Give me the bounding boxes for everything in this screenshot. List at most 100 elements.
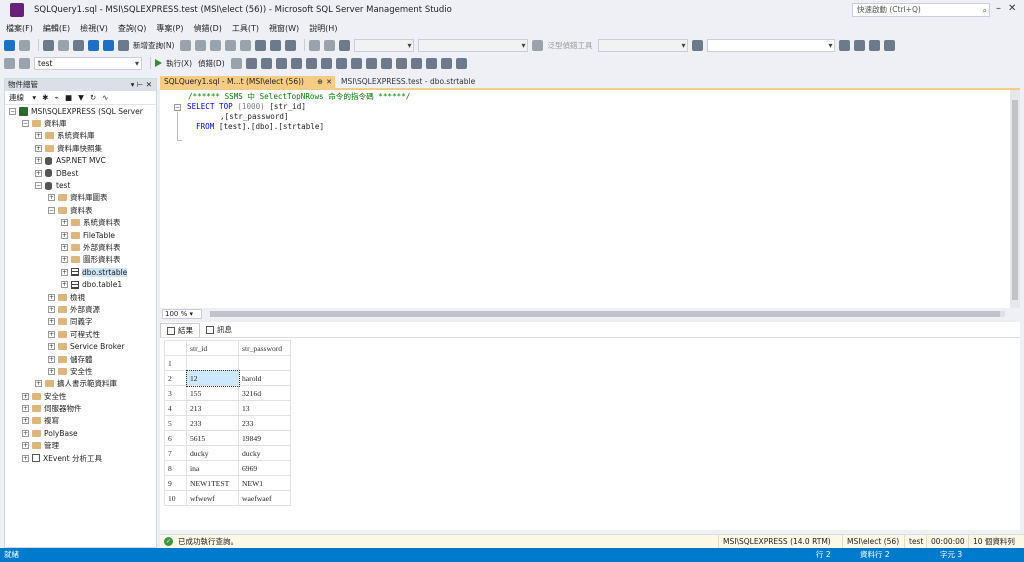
expand-icon[interactable]: +: [22, 454, 29, 462]
expand-icon[interactable]: +: [22, 405, 29, 413]
tree-node[interactable]: + 資料庫圖表: [5, 192, 156, 204]
results-grid[interactable]: str_id str_password 1 2 12 harold 3 155 3216d 4…: [164, 340, 291, 506]
expand-icon[interactable]: +: [35, 169, 42, 177]
tree-node[interactable]: + 伺服器物件: [5, 402, 156, 414]
table-row[interactable]: 4 213 13: [164, 400, 291, 416]
grid-cell[interactable]: harold: [238, 370, 291, 386]
tree-node[interactable]: + 擴人書示範資料庫: [5, 378, 156, 390]
tree-node[interactable]: + 可程式性: [5, 328, 156, 340]
paste-icon[interactable]: [285, 39, 297, 51]
registered-servers-icon[interactable]: [869, 39, 881, 51]
tree-node[interactable]: + 安全性: [5, 390, 156, 402]
tree-node[interactable]: − 資料庫: [5, 117, 156, 129]
query-editor[interactable]: − /****** SSMS 中 SelectTopNRows 命令的指令碼 *…: [160, 88, 1020, 308]
platform-combo[interactable]: [418, 38, 529, 52]
activity-monitor-icon[interactable]: [339, 39, 351, 51]
activity-icon[interactable]: ∿: [102, 93, 108, 102]
pin-icon[interactable]: ⊕: [317, 76, 323, 88]
panel-pin-close-icons[interactable]: ▾ ⊢ ✕: [131, 79, 152, 91]
tree-node[interactable]: − MSI\SQLEXPRESS (SQL Server: [5, 105, 156, 117]
analysis-dmx-icon[interactable]: [210, 39, 222, 51]
expand-icon[interactable]: +: [61, 231, 68, 239]
menu-item[interactable]: 檔案(F): [6, 23, 33, 34]
analysis-xmla-icon[interactable]: [225, 39, 237, 51]
decrease-indent-icon[interactable]: [425, 57, 437, 69]
database-combo[interactable]: test: [34, 56, 142, 70]
uncomment-icon[interactable]: [410, 57, 422, 69]
table-row[interactable]: 8 ina 6969: [164, 460, 291, 476]
editor-vertical-scrollbar[interactable]: [1010, 90, 1020, 308]
menu-item[interactable]: 編輯(E): [43, 23, 70, 34]
expand-icon[interactable]: +: [48, 330, 55, 338]
grid-cell[interactable]: waefwaef: [238, 490, 291, 506]
tree-node[interactable]: + 儲存體: [5, 353, 156, 365]
solution-config-combo[interactable]: [354, 38, 415, 52]
increase-indent-icon[interactable]: [440, 57, 452, 69]
tree-node[interactable]: − test: [5, 179, 156, 191]
grid-cell[interactable]: NEW1: [238, 475, 291, 491]
collapse-icon[interactable]: −: [48, 206, 55, 214]
results-to-grid-icon[interactable]: [365, 57, 377, 69]
template-explorer-icon[interactable]: [884, 39, 896, 51]
grid-cell[interactable]: 233: [186, 415, 239, 431]
close-button[interactable]: ✕: [1008, 3, 1016, 14]
forward-icon[interactable]: [19, 39, 30, 51]
tab-strtable[interactable]: MSI\SQLEXPRESS.test - dbo.strtable: [335, 76, 481, 88]
expand-icon[interactable]: +: [61, 281, 68, 289]
tree-node[interactable]: + DBest: [5, 167, 156, 179]
editor-horizontal-scrollbar[interactable]: [210, 311, 1005, 317]
tree-node[interactable]: + ASP.NET MVC: [5, 155, 156, 167]
open-file-icon[interactable]: [73, 39, 84, 51]
redo-icon[interactable]: [324, 39, 336, 51]
expand-icon[interactable]: +: [61, 243, 68, 251]
tree-node[interactable]: + 系統資料庫: [5, 130, 156, 142]
table-row[interactable]: 3 155 3216d: [164, 385, 291, 401]
tree-node[interactable]: + 圖形資料表: [5, 254, 156, 266]
debugger-icon[interactable]: [532, 39, 544, 51]
tree-node[interactable]: + 外部資料表: [5, 241, 156, 253]
quick-launch-input[interactable]: 快速啟動 (Ctrl+Q) ⌕: [852, 3, 990, 17]
expand-icon[interactable]: +: [22, 417, 29, 425]
table-row[interactable]: 10 wfwewf waefwaef: [164, 490, 291, 506]
grid-cell[interactable]: ducky: [186, 445, 239, 461]
tree-node[interactable]: + 資料庫快照集: [5, 142, 156, 154]
grid-cell[interactable]: 6969: [238, 460, 291, 476]
menu-item[interactable]: 工具(T): [232, 23, 259, 34]
grid-cell[interactable]: ina: [186, 460, 239, 476]
tree-node[interactable]: + FileTable: [5, 229, 156, 241]
grid-cell[interactable]: 13: [238, 400, 291, 416]
client-stats-icon[interactable]: [335, 57, 347, 69]
tree-node[interactable]: + 外部資源: [5, 303, 156, 315]
expand-icon[interactable]: +: [22, 429, 29, 437]
change-connection-icon[interactable]: [19, 57, 30, 69]
grid-cell[interactable]: 155: [186, 385, 239, 401]
tree-node[interactable]: + 複寫: [5, 415, 156, 427]
expand-icon[interactable]: +: [48, 293, 55, 301]
tab-results[interactable]: 結果: [160, 323, 200, 337]
menu-item[interactable]: 視窗(W): [269, 23, 299, 34]
tree-node[interactable]: + dbo.table1: [5, 278, 156, 290]
table-row[interactable]: 1: [164, 355, 291, 371]
tree-node[interactable]: + PolyBase: [5, 427, 156, 439]
debugger-combo[interactable]: [598, 38, 689, 52]
properties-icon[interactable]: [839, 39, 851, 51]
tree-node[interactable]: + 同義字: [5, 316, 156, 328]
tab-sqlquery1[interactable]: SQLQuery1.sql - M...t (MSI\elect (56)) ⊕…: [160, 76, 335, 88]
expand-icon[interactable]: +: [48, 367, 55, 375]
collapse-icon[interactable]: −: [9, 107, 16, 115]
grid-cell[interactable]: NEW1TEST: [186, 475, 239, 491]
expand-icon[interactable]: +: [48, 305, 55, 313]
menu-item[interactable]: 說明(H): [309, 23, 337, 34]
db-engine-query-icon[interactable]: [180, 39, 192, 51]
tools-icon[interactable]: [854, 39, 866, 51]
parse-icon[interactable]: [245, 57, 257, 69]
scroll-thumb[interactable]: [1012, 100, 1018, 300]
copy-icon[interactable]: [270, 39, 282, 51]
tab-messages[interactable]: 訊息: [200, 323, 238, 337]
column-header[interactable]: str_id: [186, 340, 239, 356]
find-in-files-icon[interactable]: [692, 39, 704, 51]
expand-icon[interactable]: +: [35, 144, 42, 152]
grid-cell[interactable]: 12: [185, 369, 240, 387]
expand-icon[interactable]: +: [61, 268, 68, 276]
expand-icon[interactable]: +: [35, 380, 42, 388]
